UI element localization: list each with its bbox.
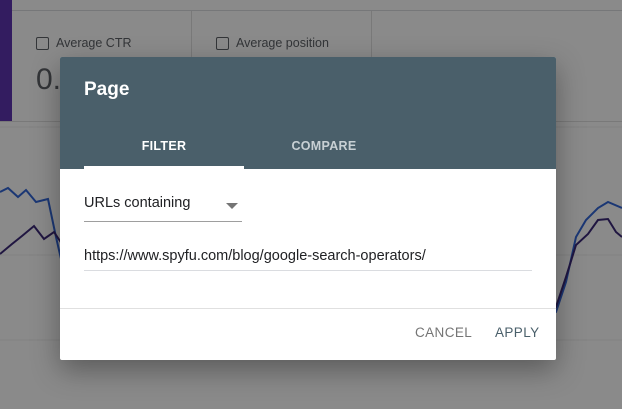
dropdown-arrow-icon	[226, 203, 238, 209]
dialog-title: Page	[84, 79, 130, 100]
url-filter-field[interactable]	[84, 243, 532, 271]
tab-compare[interactable]: COMPARE	[244, 123, 404, 169]
page-filter-dialog: Page FILTER COMPARE URLs containing CANC…	[60, 57, 556, 360]
match-type-value: URLs containing	[84, 195, 191, 211]
url-filter-input[interactable]	[84, 245, 532, 267]
tab-filter[interactable]: FILTER	[84, 123, 244, 169]
cancel-button[interactable]: CANCEL	[415, 325, 472, 340]
dialog-header: Page FILTER COMPARE	[60, 57, 556, 169]
apply-button[interactable]: APPLY	[495, 325, 540, 340]
active-tab-indicator	[84, 166, 244, 169]
actions-divider	[60, 308, 556, 309]
match-type-dropdown[interactable]: URLs containing	[84, 190, 242, 222]
